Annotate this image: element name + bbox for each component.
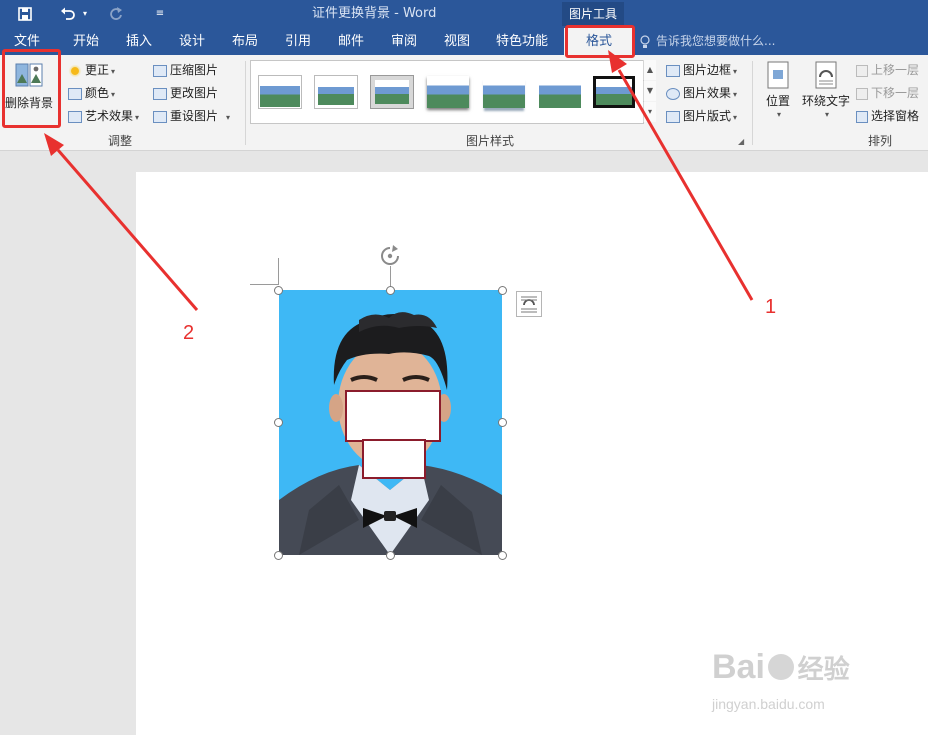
step-1-label: 1 xyxy=(765,296,777,318)
paw-icon xyxy=(768,654,795,680)
annotation-arrows xyxy=(44,50,754,311)
arrowhead-format-tab xyxy=(608,50,627,73)
step-2-label: 2 xyxy=(183,322,195,344)
watermark-brand: Bai xyxy=(712,648,765,686)
baidu-watermark-logo: Bai 经验 xyxy=(712,648,882,696)
arrow-to-remove-background xyxy=(56,149,199,311)
watermark-brand2: 经验 xyxy=(797,654,850,684)
watermark-url: jingyan.baidu.com xyxy=(712,696,825,712)
arrow-to-format-tab xyxy=(617,69,754,301)
